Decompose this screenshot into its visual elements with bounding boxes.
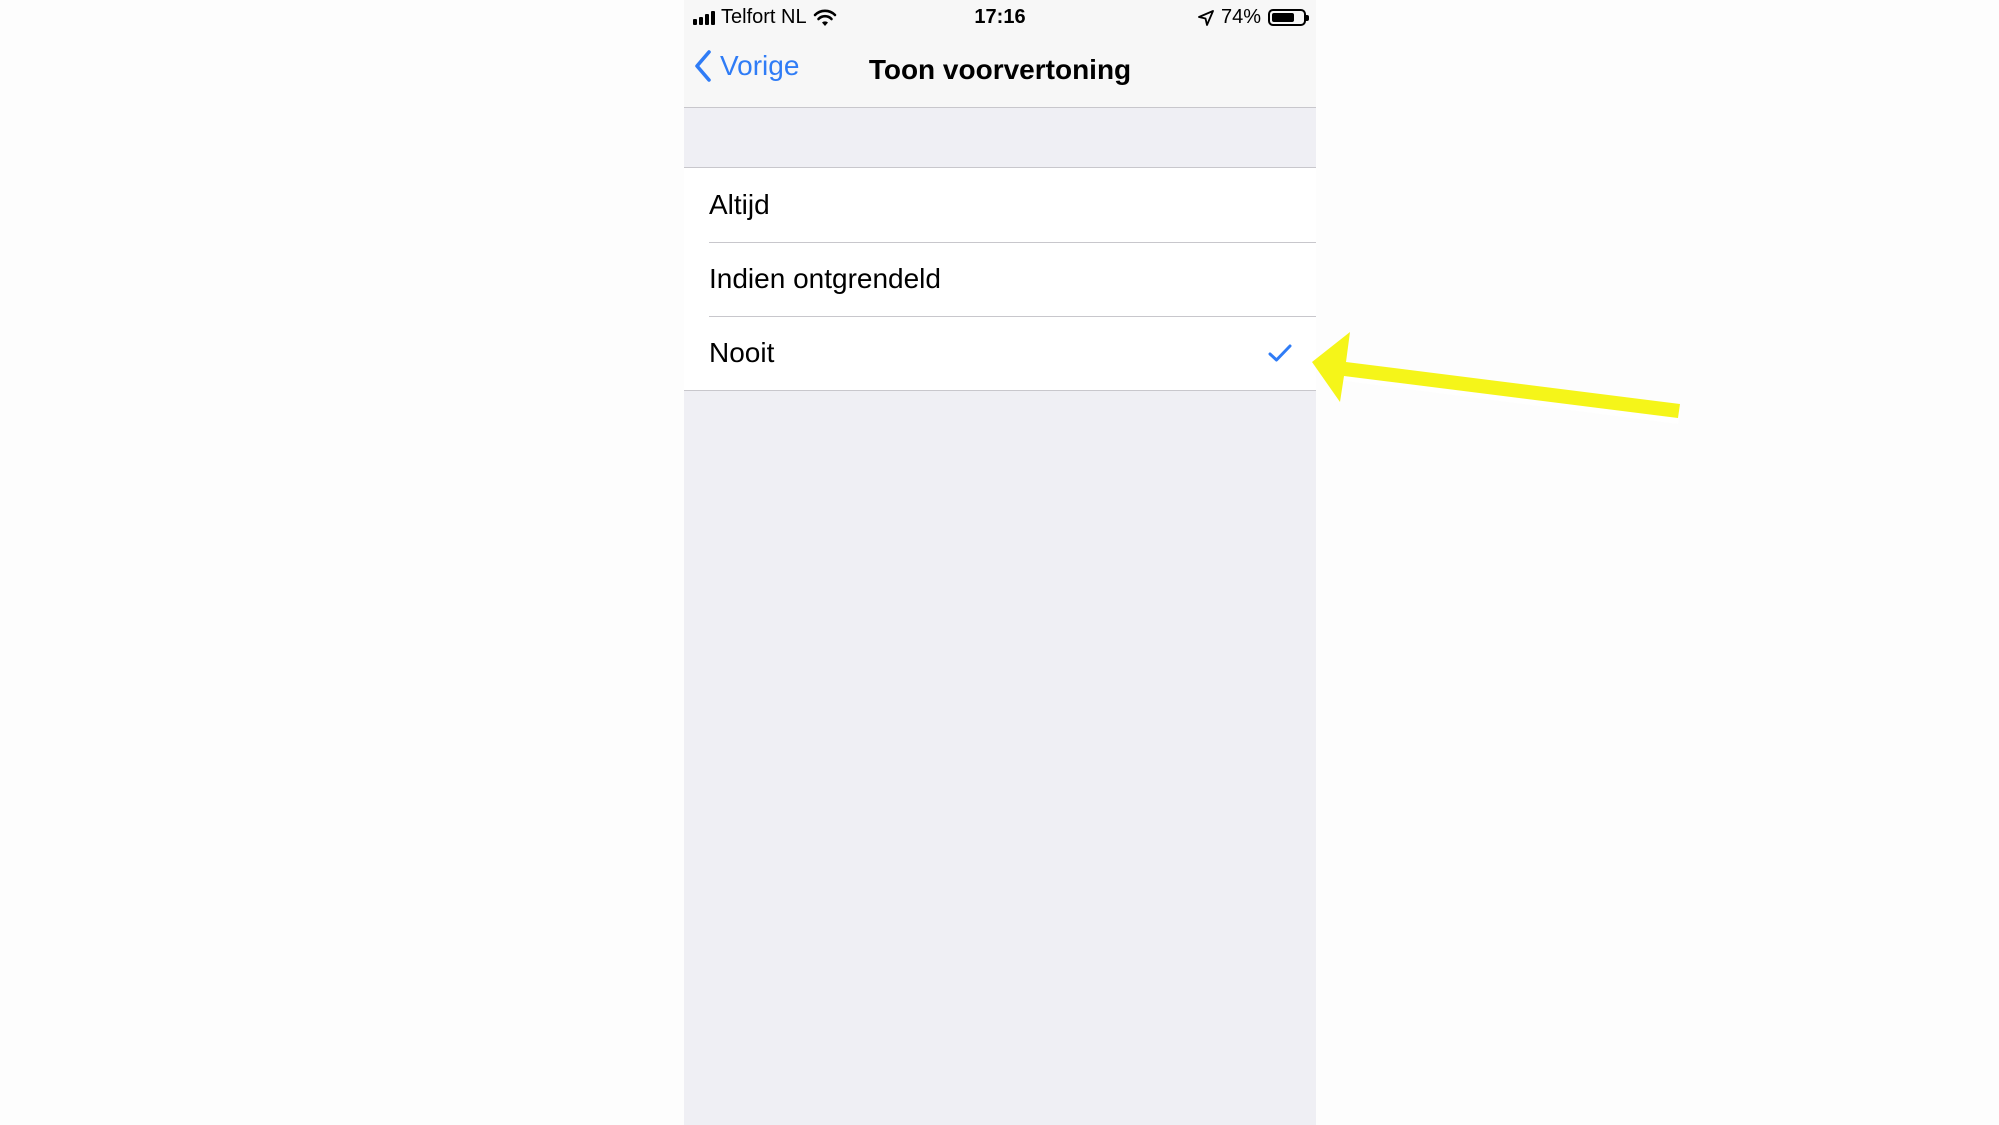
battery-icon [1268,9,1309,26]
phone-screen: Telfort NL 17:16 74% Vorige Toon voorver… [684,0,1316,1125]
preview-options-list: Altijd Indien ontgrendeld Nooit [684,167,1316,391]
status-right: 74% [1198,6,1309,29]
screenshot-canvas: Telfort NL 17:16 74% Vorige Toon voorver… [0,0,1999,1125]
battery-percent: 74% [1220,6,1261,28]
option-label: Indien ontgrendeld [709,263,941,294]
option-row-indien-ontgrendeld[interactable]: Indien ontgrendeld [684,242,1316,316]
checkmark-icon [1268,344,1292,362]
location-arrow-icon [1198,9,1214,26]
option-row-altijd[interactable]: Altijd [684,168,1316,242]
yellow-arrow-annotation-icon [1312,332,1680,424]
battery-tip [1306,15,1309,21]
option-label: Altijd [709,189,770,220]
navigation-bar: Vorige Toon voorvertoning [684,36,1316,108]
option-label: Nooit [709,337,775,368]
page-title: Toon voorvertoning [868,54,1132,85]
option-row-nooit[interactable]: Nooit [684,316,1316,390]
battery-fill [1272,13,1294,22]
status-bar: Telfort NL 17:16 74% [684,0,1316,36]
